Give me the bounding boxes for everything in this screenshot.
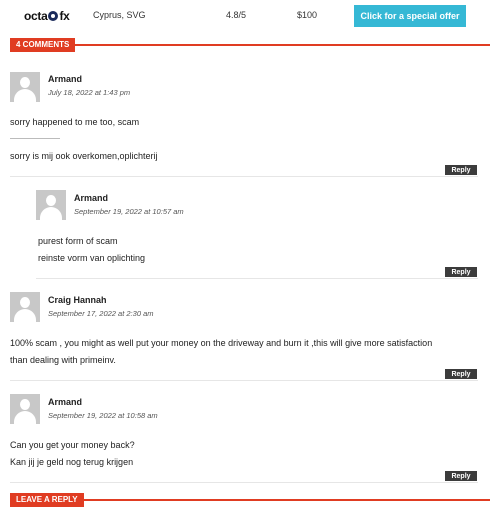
comment-date[interactable]: September 19, 2022 at 10:58 am [48,411,158,420]
octafx-logo: octa fx [24,9,70,23]
heading-rule [10,44,490,46]
comment-divider [10,176,478,177]
avatar [10,72,40,102]
comment-date[interactable]: September 17, 2022 at 2:30 am [48,309,154,318]
comment-text: purest form of scam [38,236,118,246]
reply-button[interactable]: Reply [445,369,477,379]
broker-min-deposit: $100 [297,10,318,20]
comment-date[interactable]: July 18, 2022 at 1:43 pm [48,88,130,97]
comment-author[interactable]: Craig Hannah [48,295,107,305]
avatar [10,394,40,424]
comment-date[interactable]: September 19, 2022 at 10:57 am [74,207,184,216]
comments-count-title: 4 COMMENTS [10,38,76,52]
comment-text: Can you get your money back? [10,440,135,450]
special-offer-button[interactable]: Click for a special offer [354,5,466,27]
reply-button[interactable]: Reply [445,267,477,277]
comment-divider [10,482,478,483]
comment-text: sorry is mij ook overkomen,oplichterij [10,151,158,161]
comment-author[interactable]: Armand [74,193,108,203]
comment-text: reinste vorm van oplichting [38,253,146,263]
comment-divider [36,278,478,279]
comment-author[interactable]: Armand [48,74,82,84]
comment-divider [10,380,478,381]
logo-circle-icon [48,11,59,21]
avatar [10,292,40,322]
reply-button[interactable]: Reply [445,471,477,481]
comments-heading: 4 COMMENTS [10,38,490,52]
leave-reply-title: LEAVE A REPLY [10,493,84,507]
comment-text: Kan jij je geld nog terug krijgen [10,457,134,467]
broker-regulation: Cyprus, SVG [93,10,146,20]
comment-text: sorry happened to me too, scam [10,117,140,127]
broker-rating: 4.8/5 [226,10,247,20]
text-separator [10,138,60,139]
avatar [36,190,66,220]
comment-text: than dealing with primeinv. [10,355,116,365]
comment-author[interactable]: Armand [48,397,82,407]
logo-text-right: fx [59,9,70,23]
logo-text-left: octa [24,9,48,23]
broker-row: octa fx Cyprus, SVG 4.8/5 $100 Click for … [0,0,498,32]
leave-reply-heading: LEAVE A REPLY [10,493,490,507]
reply-button[interactable]: Reply [445,165,477,175]
comment-text: 100% scam , you might as well put your m… [10,338,433,348]
